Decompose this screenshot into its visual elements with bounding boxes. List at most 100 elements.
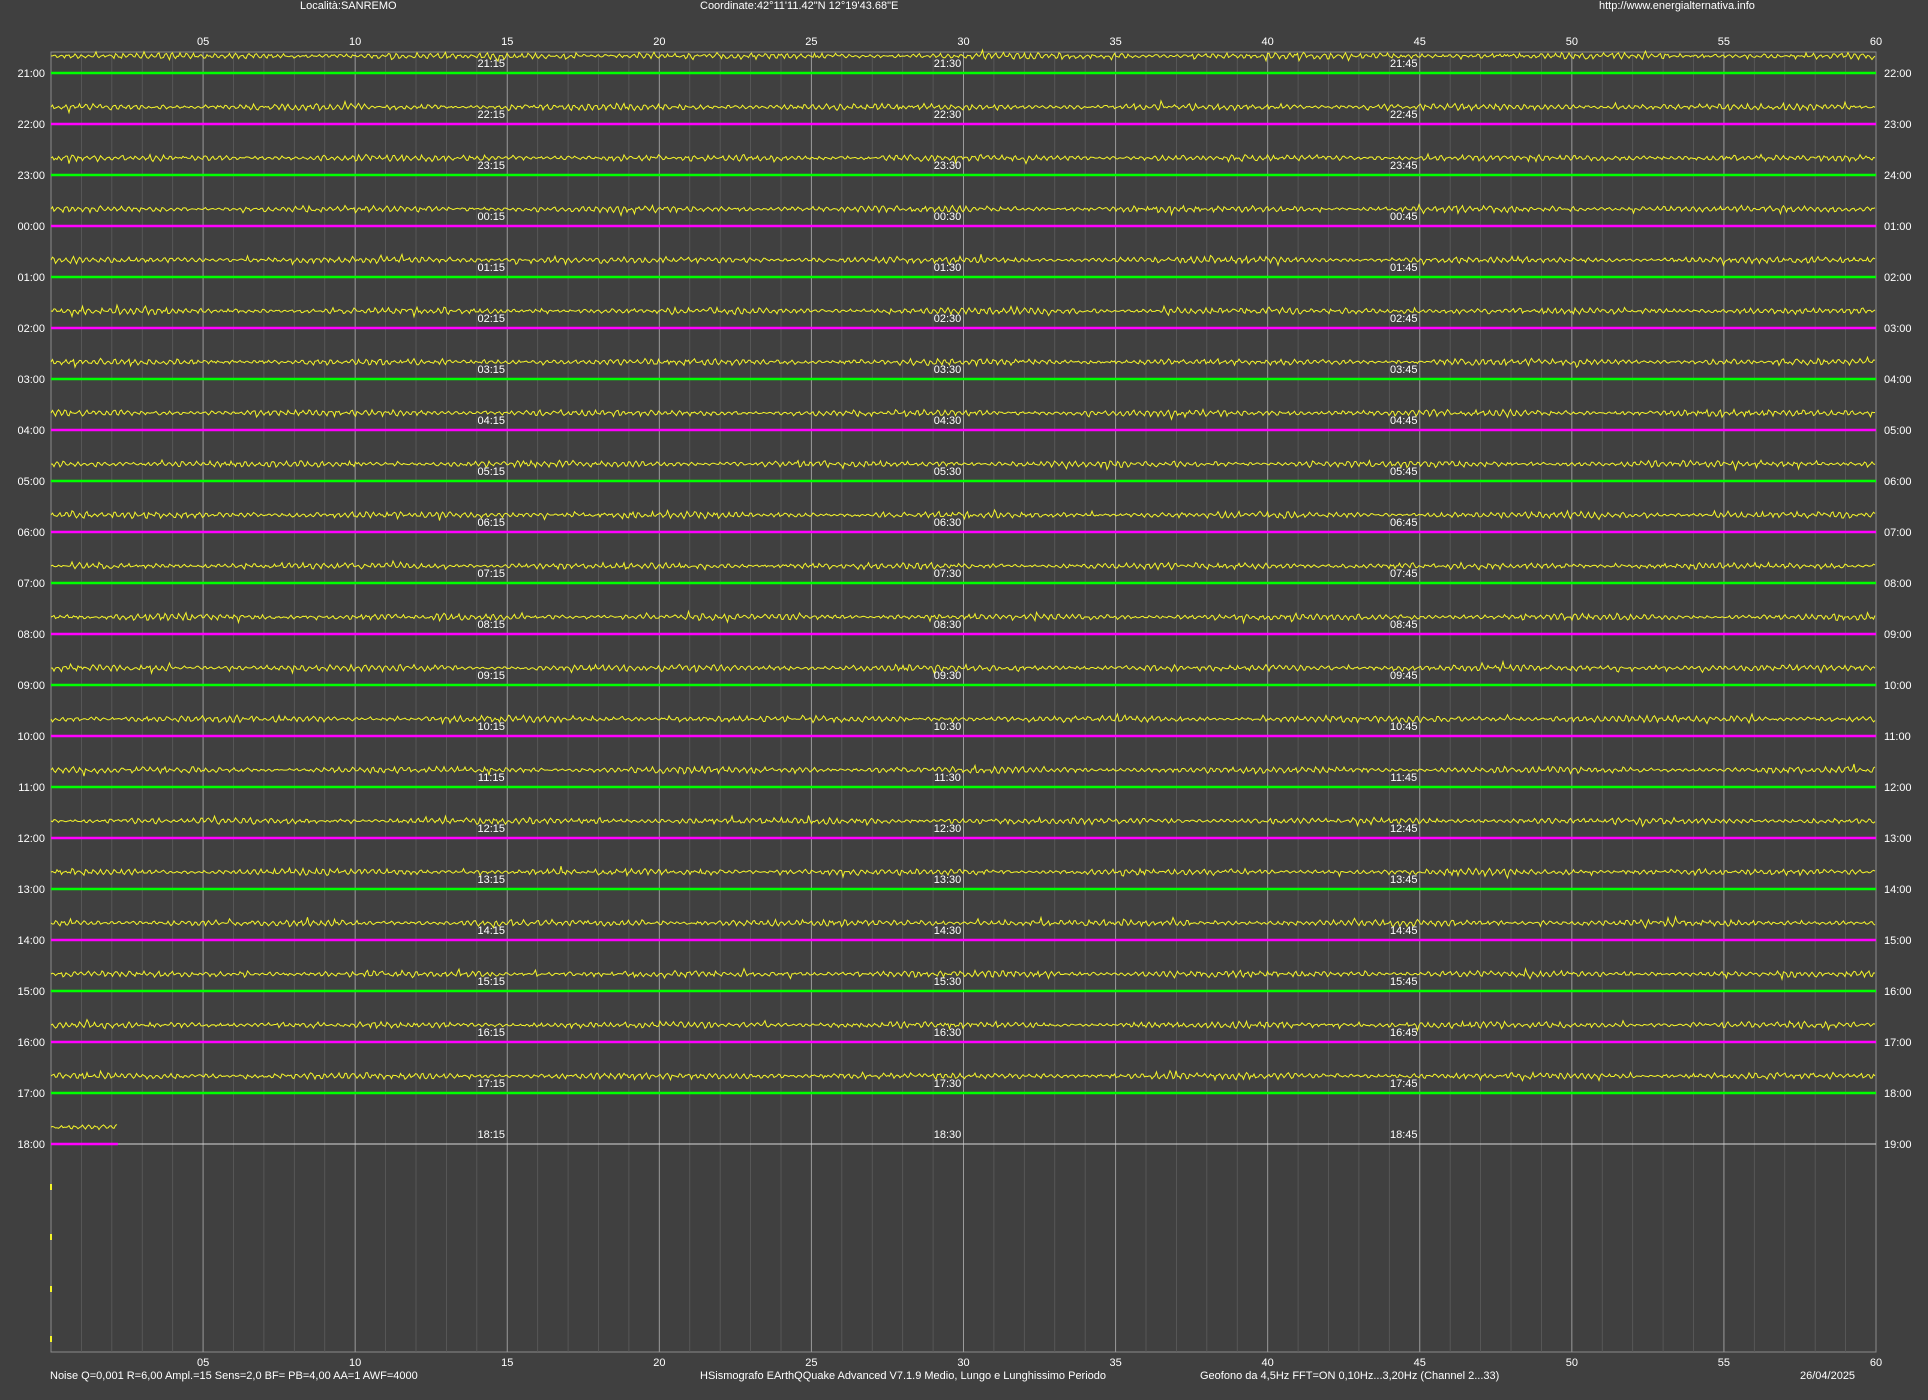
quarter-hour-label: 22:15 bbox=[477, 109, 505, 121]
quarter-hour-label: 16:45 bbox=[1390, 1027, 1418, 1039]
quarter-hour-label: 00:45 bbox=[1390, 211, 1418, 223]
row-end-time-label: 14:00 bbox=[1884, 884, 1912, 896]
x-tick-label-bottom: 50 bbox=[1566, 1357, 1578, 1369]
x-tick-label-top: 30 bbox=[957, 36, 969, 48]
sensor-label: Geofono da 4,5Hz FFT=ON 0,10Hz...3,20Hz … bbox=[1200, 1370, 1500, 1382]
quarter-hour-label: 15:15 bbox=[477, 976, 505, 988]
row-end-time-label: 19:00 bbox=[1884, 1139, 1912, 1151]
x-tick-label-top: 10 bbox=[349, 36, 361, 48]
x-tick-label-top: 05 bbox=[197, 36, 209, 48]
x-tick-label-top: 60 bbox=[1870, 36, 1882, 48]
seismogram-chart: 05 05 10 10 15 15 20 20 25 25 30 30 35 35 40 40 45 45 50 50… bbox=[17, 36, 1912, 1369]
quarter-hour-label: 00:15 bbox=[477, 211, 505, 223]
x-tick-label-bottom: 15 bbox=[501, 1357, 513, 1369]
x-tick-label-bottom: 10 bbox=[349, 1357, 361, 1369]
row-start-time-label: 07:00 bbox=[17, 578, 45, 590]
x-tick-label-top: 20 bbox=[653, 36, 665, 48]
row-end-time-label: 12:00 bbox=[1884, 782, 1912, 794]
row-end-time-label: 10:00 bbox=[1884, 680, 1912, 692]
quarter-hour-label: 05:30 bbox=[934, 466, 962, 478]
x-tick-label-bottom: 55 bbox=[1718, 1357, 1730, 1369]
quarter-hour-label: 00:30 bbox=[934, 211, 962, 223]
quarter-hour-label: 09:15 bbox=[477, 670, 505, 682]
quarter-hour-label: 18:45 bbox=[1390, 1129, 1418, 1141]
quarter-hour-label: 17:15 bbox=[477, 1078, 505, 1090]
x-tick-label-top: 40 bbox=[1262, 36, 1274, 48]
quarter-hour-label: 13:15 bbox=[477, 874, 505, 886]
quarter-hour-label: 06:15 bbox=[477, 517, 505, 529]
quarter-hour-label: 09:45 bbox=[1390, 670, 1418, 682]
quarter-hour-label: 15:45 bbox=[1390, 976, 1418, 988]
x-tick-label-bottom: 40 bbox=[1262, 1357, 1274, 1369]
quarter-hour-label: 10:45 bbox=[1390, 721, 1418, 733]
row-start-time-label: 01:00 bbox=[17, 272, 45, 284]
quarter-hour-label: 03:15 bbox=[477, 364, 505, 376]
quarter-hour-label: 21:30 bbox=[934, 58, 962, 70]
row-end-time-label: 01:00 bbox=[1884, 221, 1912, 233]
quarter-hour-label: 17:30 bbox=[934, 1078, 962, 1090]
x-tick-label-bottom: 05 bbox=[197, 1357, 209, 1369]
row-end-time-label: 18:00 bbox=[1884, 1088, 1912, 1100]
quarter-hour-label: 17:45 bbox=[1390, 1078, 1418, 1090]
row-end-time-label: 17:00 bbox=[1884, 1037, 1912, 1049]
quarter-hour-label: 08:45 bbox=[1390, 619, 1418, 631]
quarter-hour-label: 02:30 bbox=[934, 313, 962, 325]
row-end-time-label: 07:00 bbox=[1884, 527, 1912, 539]
quarter-hour-label: 04:15 bbox=[477, 415, 505, 427]
quarter-hour-label: 09:30 bbox=[934, 670, 962, 682]
row-start-time-label: 10:00 bbox=[17, 731, 45, 743]
x-tick-label-top: 55 bbox=[1718, 36, 1730, 48]
x-tick-label-bottom: 45 bbox=[1414, 1357, 1426, 1369]
quarter-hour-label: 07:30 bbox=[934, 568, 962, 580]
quarter-hour-label: 12:45 bbox=[1390, 823, 1418, 835]
row-start-time-label: 18:00 bbox=[17, 1139, 45, 1151]
row-end-time-label: 05:00 bbox=[1884, 425, 1912, 437]
row-end-time-label: 02:00 bbox=[1884, 272, 1912, 284]
x-tick-label-bottom: 30 bbox=[957, 1357, 969, 1369]
quarter-hour-label: 02:15 bbox=[477, 313, 505, 325]
x-tick-label-top: 15 bbox=[501, 36, 513, 48]
quarter-hour-label: 14:15 bbox=[477, 925, 505, 937]
quarter-hour-label: 22:30 bbox=[934, 109, 962, 121]
quarter-hour-label: 03:30 bbox=[934, 364, 962, 376]
quarter-hour-label: 18:15 bbox=[477, 1129, 505, 1141]
quarter-hour-label: 15:30 bbox=[934, 976, 962, 988]
quarter-hour-label: 23:45 bbox=[1390, 160, 1418, 172]
row-start-time-label: 15:00 bbox=[17, 986, 45, 998]
x-tick-label-bottom: 35 bbox=[1109, 1357, 1121, 1369]
row-start-time-label: 03:00 bbox=[17, 374, 45, 386]
x-tick-label-top: 35 bbox=[1109, 36, 1121, 48]
row-start-time-label: 11:00 bbox=[18, 782, 45, 794]
quarter-hour-label: 16:30 bbox=[934, 1027, 962, 1039]
x-tick-label-bottom: 60 bbox=[1870, 1357, 1882, 1369]
x-tick-label-top: 25 bbox=[805, 36, 817, 48]
quarter-hour-label: 21:15 bbox=[477, 58, 505, 70]
row-start-time-label: 04:00 bbox=[17, 425, 45, 437]
quarter-hour-label: 13:45 bbox=[1390, 874, 1418, 886]
row-end-time-label: 08:00 bbox=[1884, 578, 1912, 590]
row-end-time-label: 06:00 bbox=[1884, 476, 1912, 488]
quarter-hour-label: 10:15 bbox=[477, 721, 505, 733]
row-end-time-label: 13:00 bbox=[1884, 833, 1912, 845]
date-label: 26/04/2025 bbox=[1800, 1370, 1856, 1382]
seismograph-window: Località:SANREMO Coordinate:42°11'11.42"… bbox=[0, 0, 1928, 1400]
row-start-time-label: 12:00 bbox=[17, 833, 45, 845]
x-tick-label-bottom: 20 bbox=[653, 1357, 665, 1369]
row-start-time-label: 06:00 bbox=[17, 527, 45, 539]
quarter-hour-label: 08:30 bbox=[934, 619, 962, 631]
row-start-time-label: 13:00 bbox=[17, 884, 45, 896]
row-start-time-label: 09:00 bbox=[17, 680, 45, 692]
row-start-time-label: 16:00 bbox=[17, 1037, 45, 1049]
quarter-hour-label: 22:45 bbox=[1390, 109, 1418, 121]
quarter-hour-label: 07:15 bbox=[477, 568, 505, 580]
row-start-time-label: 14:00 bbox=[17, 935, 45, 947]
quarter-hour-label: 04:30 bbox=[934, 415, 962, 427]
quarter-hour-label: 05:15 bbox=[477, 466, 505, 478]
x-tick-label-top: 45 bbox=[1414, 36, 1426, 48]
quarter-hour-label: 01:30 bbox=[934, 262, 962, 274]
noise-params-label: Noise Q=0,001 R=6,00 Ampl.=15 Sens=2,0 B… bbox=[50, 1370, 418, 1382]
quarter-hour-label: 07:45 bbox=[1390, 568, 1418, 580]
row-start-time-label: 00:00 bbox=[17, 221, 45, 233]
row-end-time-label: 04:00 bbox=[1884, 374, 1912, 386]
quarter-hour-label: 16:15 bbox=[477, 1027, 505, 1039]
